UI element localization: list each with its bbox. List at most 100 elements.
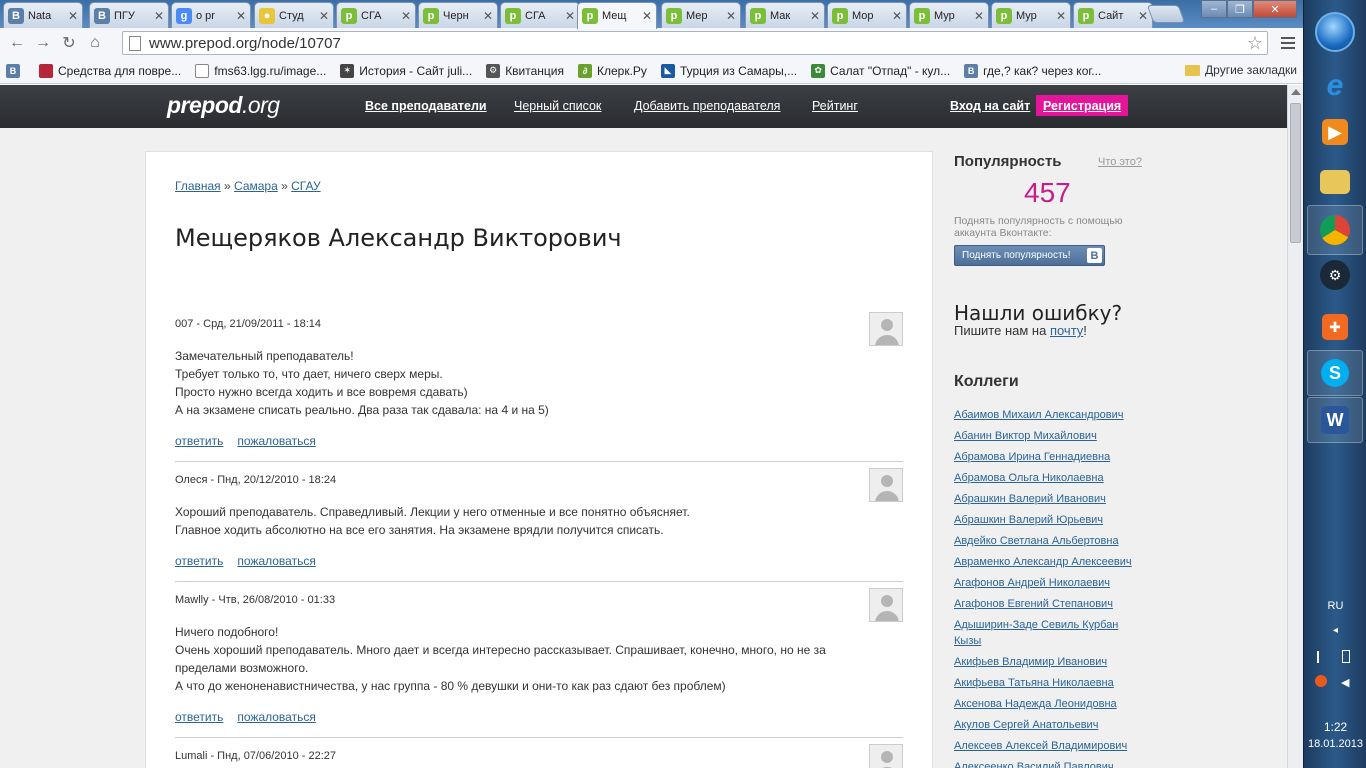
bookmark-item[interactable]: ⚙ Квитанция <box>486 63 564 78</box>
close-window-button[interactable]: ✕ <box>1253 0 1297 18</box>
tab-close-icon[interactable]: ✕ <box>483 9 493 23</box>
tab-close-icon[interactable]: ✕ <box>1138 9 1148 23</box>
maximize-button[interactable]: ❐ <box>1227 0 1253 18</box>
colleague-link[interactable]: Абрашкин Валерий Иванович <box>954 493 1106 505</box>
language-indicator[interactable]: RU <box>1304 600 1366 612</box>
complain-link[interactable]: пожаловаться <box>237 710 315 724</box>
breadcrumb-home[interactable]: Главная <box>175 179 221 193</box>
nav-blacklist[interactable]: Черный список <box>514 99 601 113</box>
tray-app-icon[interactable] <box>1315 675 1327 687</box>
tab-close-icon[interactable]: ✕ <box>726 9 736 23</box>
clock-time[interactable]: 1:22 <box>1304 720 1366 734</box>
browser-tab[interactable]: p СГА ✕ <box>336 2 416 28</box>
browser-tab[interactable]: p Мор ✕ <box>827 2 907 28</box>
complain-link[interactable]: пожаловаться <box>237 554 315 568</box>
page-scrollbar[interactable] <box>1287 85 1303 768</box>
colleague-link[interactable]: Адыширин-Заде Севиль Курбан Кызы <box>954 619 1118 647</box>
reply-link[interactable]: ответить <box>175 554 223 568</box>
browser-tab[interactable]: g o pr ✕ <box>171 2 251 28</box>
bookmark-item[interactable]: fms63.lgg.ru/image... <box>195 63 326 78</box>
tab-close-icon[interactable]: ✕ <box>974 9 984 23</box>
tray-expand-icon[interactable]: ◂ <box>1304 625 1366 636</box>
tab-close-icon[interactable]: ✕ <box>565 9 575 23</box>
colleague-link[interactable]: Авдейко Светлана Альбертовна <box>954 535 1119 547</box>
colleague-link[interactable]: Акифьев Владимир Иванович <box>954 656 1107 668</box>
colleague-link[interactable]: Акифьева Татьяна Николаевна <box>954 677 1114 689</box>
colleague-link[interactable]: Алексеенко Василий Павлович <box>954 761 1114 768</box>
minimize-button[interactable]: – <box>1201 0 1227 18</box>
taskbar-steam[interactable]: ⚙ <box>1307 250 1363 300</box>
tab-close-icon[interactable]: ✕ <box>319 9 329 23</box>
email-link[interactable]: почту <box>1050 323 1083 338</box>
popularity-help-link[interactable]: Что это? <box>1098 156 1142 168</box>
browser-tab[interactable]: B ПГУ ✕ <box>89 2 169 28</box>
forward-icon[interactable]: → <box>30 30 56 56</box>
bookmark-item[interactable]: Средства для повре... <box>39 63 181 78</box>
login-link[interactable]: Вход на сайт <box>950 99 1030 113</box>
scroll-up-icon[interactable] <box>1291 89 1301 95</box>
battery-icon[interactable] <box>1342 650 1350 663</box>
taskbar-chrome[interactable] <box>1307 205 1363 255</box>
colleague-link[interactable]: Акулов Сергей Анатольевич <box>954 719 1098 731</box>
taskbar-skype[interactable]: S <box>1307 350 1363 396</box>
tab-close-icon[interactable]: ✕ <box>810 9 820 23</box>
colleague-link[interactable]: Абрашкин Валерий Юрьевич <box>954 514 1103 526</box>
tab-close-icon[interactable]: ✕ <box>401 9 411 23</box>
tab-close-icon[interactable]: ✕ <box>236 9 246 23</box>
browser-tab[interactable]: p СГА ✕ <box>500 2 580 28</box>
browser-tab[interactable]: p Мещ ✕ <box>577 2 657 29</box>
home-icon[interactable]: ⌂ <box>82 30 108 56</box>
colleague-link[interactable]: Авраменко Александр Алексеевич <box>954 556 1132 568</box>
bookmark-item[interactable]: ✶ История - Сайт juli... <box>340 63 472 78</box>
tab-close-icon[interactable]: ✕ <box>642 9 652 23</box>
browser-tab[interactable]: p Мер ✕ <box>661 2 741 28</box>
reply-link[interactable]: ответить <box>175 434 223 448</box>
colleague-link[interactable]: Алексеев Алексей Владимирович <box>954 740 1127 752</box>
bookmark-item[interactable]: ◣ Турция из Самары,... <box>660 63 797 78</box>
bookmark-item[interactable]: Bгде,? как? через ког... <box>964 63 1101 78</box>
taskbar-word[interactable]: W <box>1307 397 1363 443</box>
bookmark-item[interactable]: ∂ Клерк.Ру <box>578 63 647 78</box>
flag-icon[interactable] <box>1317 651 1329 663</box>
colleague-link[interactable]: Абаимов Михаил Александрович <box>954 409 1124 421</box>
breadcrumb-university[interactable]: СГАУ <box>291 179 320 193</box>
browser-tab[interactable]: p Мак ✕ <box>745 2 825 28</box>
nav-all-teachers[interactable]: Все преподаватели <box>365 99 487 113</box>
browser-tab[interactable]: p Сайт ✕ <box>1073 2 1153 28</box>
colleague-link[interactable]: Абрамова Ольга Николаевна <box>954 472 1104 484</box>
other-bookmarks[interactable]: Другие закладки <box>1185 63 1297 77</box>
address-bar[interactable]: www.prepod.org/node/10707 ☆ <box>122 31 1268 55</box>
chrome-menu-icon[interactable] <box>1278 32 1298 54</box>
tab-close-icon[interactable]: ✕ <box>892 9 902 23</box>
reload-icon[interactable]: ↻ <box>56 30 82 56</box>
browser-tab[interactable]: p Мур ✕ <box>991 2 1071 28</box>
colleague-link[interactable]: Аксенова Надежда Леонидовна <box>954 698 1117 710</box>
tab-close-icon[interactable]: ✕ <box>1056 9 1066 23</box>
taskbar-app[interactable]: ✚ <box>1307 302 1363 352</box>
colleague-link[interactable]: Агафонов Евгений Степанович <box>954 598 1113 610</box>
back-icon[interactable]: ← <box>4 30 30 56</box>
complain-link[interactable]: пожаловаться <box>237 434 315 448</box>
colleague-link[interactable]: Абрамова Ирина Геннадиевна <box>954 451 1110 463</box>
nav-rating[interactable]: Рейтинг <box>812 99 858 113</box>
volume-icon[interactable]: ◀ <box>1341 676 1353 689</box>
breadcrumb-city[interactable]: Самара <box>234 179 278 193</box>
nav-add-teacher[interactable]: Добавить преподавателя <box>634 99 780 113</box>
browser-tab[interactable]: ● Студ ✕ <box>254 2 334 28</box>
site-logo[interactable]: prepod.org <box>167 92 280 119</box>
browser-tab[interactable]: p Черн ✕ <box>418 2 498 28</box>
colleague-link[interactable]: Агафонов Андрей Николаевич <box>954 577 1110 589</box>
new-tab-button[interactable] <box>1146 5 1186 23</box>
bookmark-star-icon[interactable]: ☆ <box>1247 33 1263 54</box>
tab-close-icon[interactable]: ✕ <box>154 9 164 23</box>
browser-tab[interactable]: p Мур ✕ <box>909 2 989 28</box>
scrollbar-thumb[interactable] <box>1290 103 1301 243</box>
vk-boost-button[interactable]: Поднять популярность! B <box>954 245 1105 266</box>
browser-tab[interactable]: B Nata ✕ <box>3 2 83 28</box>
tab-close-icon[interactable]: ✕ <box>68 9 78 23</box>
reply-link[interactable]: ответить <box>175 710 223 724</box>
bookmark-item[interactable]: B <box>6 63 25 78</box>
colleague-link[interactable]: Абанин Виктор Михайлович <box>954 430 1097 442</box>
bookmark-item[interactable]: ✿ Салат "Отпад" - кул... <box>811 63 950 78</box>
register-button[interactable]: Регистрация <box>1036 95 1129 116</box>
